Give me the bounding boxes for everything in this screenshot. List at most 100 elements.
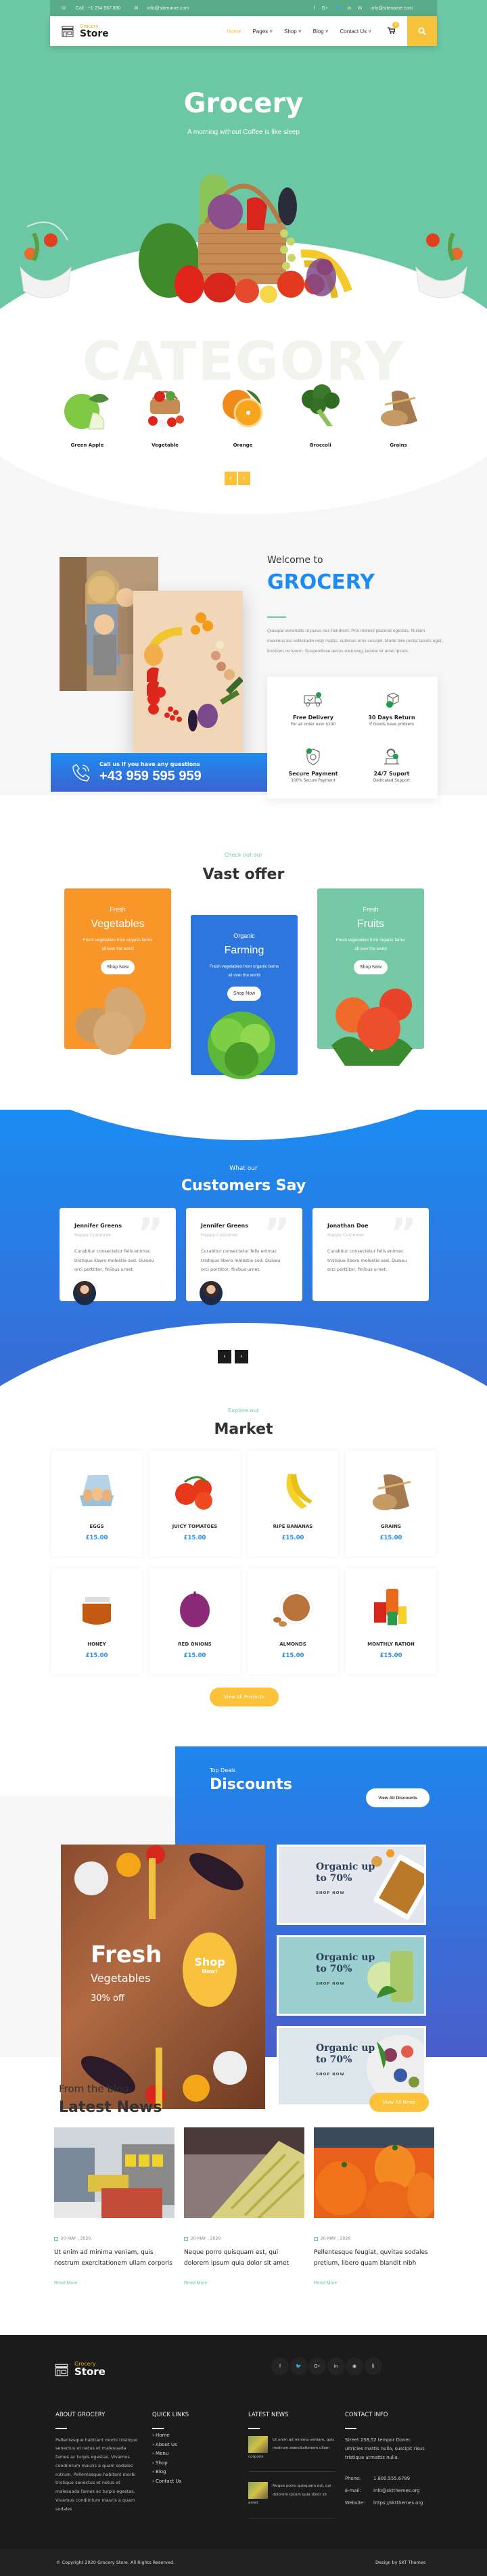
news-thumbnail [248, 2482, 268, 2500]
cart-button[interactable]: 0 [388, 21, 399, 36]
footer-link-menu[interactable]: › Menu [152, 2451, 189, 2456]
nav-item-shop[interactable]: Shop ˅ [284, 28, 302, 35]
footer-link-about[interactable]: › About Us [152, 2442, 189, 2447]
email-info-right[interactable]: ✉ info@sitename.com [358, 5, 419, 12]
facebook-icon[interactable]: f [313, 6, 315, 11]
blog-image-peppers[interactable] [314, 2127, 437, 2222]
facebook-icon[interactable]: f [271, 2357, 289, 2375]
blog-image-supermarket[interactable] [54, 2127, 175, 2218]
discounts-subtitle: Top Deals [210, 1767, 236, 1773]
fresh-vegetables-promo[interactable]: Fresh Vegetables 30% off Shop Now! [61, 1845, 265, 2109]
design-credit[interactable]: Design by SKT Themes [375, 2560, 425, 2565]
footer-link-home[interactable]: › Home [152, 2433, 189, 2438]
feature-subtitle: 100% Secure Payment [291, 779, 335, 783]
discount-banner[interactable]: Organic up to 70% SHOP NOW [277, 1845, 426, 1925]
search-icon [418, 27, 426, 35]
product-card[interactable]: GRAINS £15.00 [346, 1451, 436, 1556]
nav-item-blog[interactable]: Blog ˅ [313, 28, 329, 35]
linkedin-icon[interactable]: in [348, 6, 351, 11]
product-card[interactable]: EGGS £15.00 [51, 1451, 142, 1556]
twitter-icon[interactable]: 🐦 [335, 5, 341, 11]
product-name: MONTHLY RATION [367, 1642, 415, 1647]
footer-news-item[interactable]: Ut enim ad minima veniam, quis nostrum e… [248, 2435, 335, 2472]
feature-item: Free Delivery For all order over $100 [274, 692, 352, 736]
category-next-button[interactable]: › [238, 472, 250, 485]
category-item[interactable]: Orange [212, 379, 273, 448]
welcome-bottom-band [0, 795, 487, 846]
category-prev-button[interactable]: ‹ [225, 472, 237, 485]
footer-link-contact[interactable]: › Contact Us [152, 2479, 189, 2484]
shop-now-button[interactable]: Shop Now [100, 960, 135, 974]
category-label: Orange [233, 443, 253, 448]
nav-item-contact[interactable]: Contact Us ˅ [340, 28, 371, 35]
footer-about-column: ABOUT GROCERY Pellentesque habitant morb… [55, 2412, 140, 2514]
logo-big-text: Store [80, 28, 109, 39]
blog-post-title[interactable]: Ut enim ad minima veniam, quis nostrum e… [54, 2248, 175, 2269]
view-all-news-button[interactable]: View All News [369, 2093, 429, 2112]
skype-icon[interactable]: § [364, 2357, 382, 2375]
testimonials-next-button[interactable]: › [235, 1350, 248, 1363]
category-item[interactable]: Grains [368, 379, 429, 448]
footer-logo[interactable]: Grocery Store [54, 2362, 106, 2377]
nav-item-home[interactable]: Home [227, 28, 241, 35]
category-item[interactable]: Broccoli [290, 379, 351, 448]
avatar [73, 1281, 96, 1305]
store-icon [62, 26, 74, 37]
category-pager: ‹ › [225, 472, 250, 485]
footer-email-row: E-mail: info@sktthemes.org [345, 2487, 420, 2493]
logo[interactable]: Grocery Store [61, 24, 109, 39]
category-label: Green Apple [70, 443, 104, 448]
footer-phone[interactable]: 1.800.555.6789 [373, 2476, 410, 2481]
offer-subtitle: Check out our [224, 852, 263, 858]
email-info[interactable]: ✉ info@sitename.com [135, 5, 196, 12]
product-card[interactable]: RIPE BANANAS £15.00 [248, 1451, 338, 1556]
read-more-link[interactable]: Read More [184, 2281, 304, 2286]
product-card[interactable]: ALMONDS £15.00 [248, 1568, 338, 1674]
heading-underline [248, 2428, 260, 2429]
product-name: RED ONIONS [178, 1642, 212, 1647]
category-item[interactable]: Vegetable [135, 379, 195, 448]
shop-now-button[interactable]: Shop Now [353, 960, 388, 974]
call-number[interactable]: +43 959 595 959 [99, 769, 202, 784]
discount-banner[interactable]: Organic up to 70% SHOP NOW [277, 1935, 426, 2016]
dribbble-icon[interactable]: ◉ [346, 2357, 363, 2375]
blog-image-bananas[interactable] [184, 2127, 306, 2219]
product-card[interactable]: JUICY TOMATOES £15.00 [149, 1451, 240, 1556]
product-price: £15.00 [183, 1535, 206, 1541]
blog-post-title[interactable]: Pellentesque feugiat, quvitae sodales pr… [314, 2248, 434, 2269]
testimonials-prev-button[interactable]: ‹ [218, 1350, 231, 1363]
promo-shop-now-badge[interactable]: Shop Now! [183, 1933, 237, 2007]
view-all-discounts-button[interactable]: View All Discounts [366, 1788, 430, 1807]
category-item[interactable]: Green Apple [57, 379, 118, 448]
blog-post-title[interactable]: Neque porro quisquam est, qui dolorem ip… [184, 2248, 304, 2269]
shop-now-button[interactable]: Shop Now [227, 987, 262, 1001]
cart-count-badge: 0 [392, 21, 399, 28]
footer-link-blog[interactable]: › Blog [152, 2469, 189, 2475]
read-more-link[interactable]: Read More [314, 2281, 434, 2286]
read-more-link[interactable]: Read More [54, 2281, 175, 2286]
google-plus-icon[interactable]: G+ [308, 2357, 326, 2375]
nav-item-pages[interactable]: Pages ˅ [252, 28, 273, 35]
google-plus-icon[interactable]: G+ [321, 6, 328, 11]
product-price: £15.00 [85, 1652, 108, 1659]
shield-icon [306, 748, 320, 765]
product-card[interactable]: RED ONIONS £15.00 [149, 1568, 240, 1674]
feature-item: 30 Days Return If Goods have problem [352, 692, 431, 736]
twitter-icon[interactable]: 🐦 [289, 2357, 308, 2375]
feature-title: Secure Payment [288, 771, 338, 777]
splash-bowl-right-image [415, 232, 467, 298]
footer-website[interactable]: https://sktthemes.org [373, 2500, 423, 2506]
footer-heading: CONTACT INFO [345, 2412, 388, 2418]
footer-social-links: f 🐦 G+ in ◉ § [271, 2357, 383, 2375]
blog-post: 20 MAY , 2020 Pellentesque feugiat, quvi… [314, 2127, 437, 2286]
view-all-products-button[interactable]: View All Products [210, 1688, 279, 1707]
footer-news-item[interactable]: Neque porro quisquam est, qui dolorem ip… [248, 2482, 335, 2519]
footer-link-shop[interactable]: › Shop [152, 2460, 189, 2466]
product-card[interactable]: HONEY £15.00 [51, 1568, 142, 1674]
product-card[interactable]: MONTHLY RATION £15.00 [346, 1568, 436, 1674]
search-button[interactable] [407, 16, 437, 46]
footer-email[interactable]: info@sktthemes.org [373, 2488, 420, 2493]
baked-dish-image [371, 1849, 424, 1920]
promo-discount: 30% off [91, 1993, 124, 2004]
linkedin-icon[interactable]: in [327, 2357, 345, 2375]
